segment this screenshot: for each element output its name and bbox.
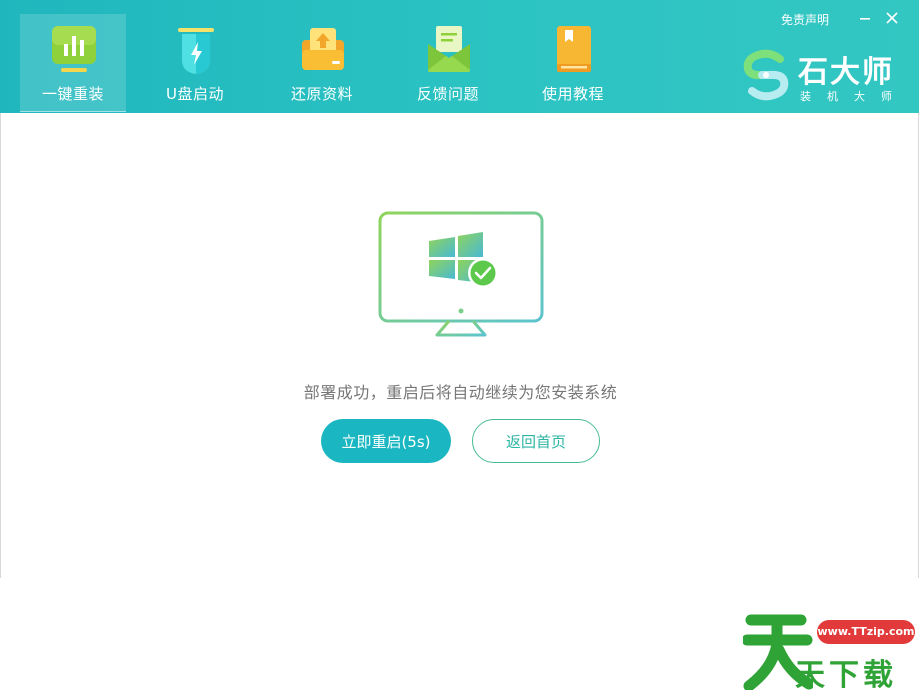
restore-upload-icon: [302, 28, 344, 70]
tab-restore-data[interactable]: 还原资料: [269, 14, 375, 112]
bar-chart-icon: [52, 26, 96, 72]
watermark-url: www.TTzip.com: [817, 620, 915, 644]
tab-label: 一键重装: [41, 85, 104, 103]
close-icon[interactable]: [884, 10, 900, 26]
brand-s-logo-icon: [743, 49, 789, 101]
brand-name: 石大师: [798, 55, 894, 90]
tutorial-book-icon: [557, 26, 591, 72]
tab-label: U盘启动: [166, 85, 224, 103]
feedback-mail-icon: [428, 26, 470, 72]
minimize-icon[interactable]: [857, 10, 873, 26]
restart-now-button[interactable]: 立即重启(5s): [321, 419, 451, 463]
tab-tutorial[interactable]: 使用教程: [520, 14, 626, 112]
status-message: 部署成功，重启后将自动继续为您安装系统: [303, 383, 618, 402]
watermark-text: 天下载: [795, 658, 897, 693]
tab-label: 还原资料: [290, 85, 353, 103]
tab-label: 使用教程: [541, 85, 604, 103]
brand-subtitle: 装机大师: [800, 90, 908, 103]
disclaimer-link[interactable]: 免责声明: [781, 11, 829, 28]
tab-label: 反馈问题: [416, 85, 479, 103]
return-home-button[interactable]: 返回首页: [472, 419, 600, 463]
top-bar: 一键重装 U盘启动 还原资料 反馈问题 使用教程 免责声明 石大师 装机大师: [0, 0, 919, 113]
usb-drive-icon: [178, 28, 214, 74]
tab-feedback[interactable]: 反馈问题: [395, 14, 501, 112]
tab-one-click-reinstall[interactable]: 一键重装: [20, 14, 126, 112]
watermark: www.TTzip.com 天下载: [743, 610, 919, 693]
main-content: 部署成功，重启后将自动继续为您安装系统 立即重启(5s) 返回首页 www.TT…: [0, 113, 919, 693]
tab-usb-boot[interactable]: U盘启动: [142, 14, 248, 112]
brand-logo: 石大师 装机大师: [740, 47, 910, 103]
monitor-success-icon: [378, 211, 544, 339]
